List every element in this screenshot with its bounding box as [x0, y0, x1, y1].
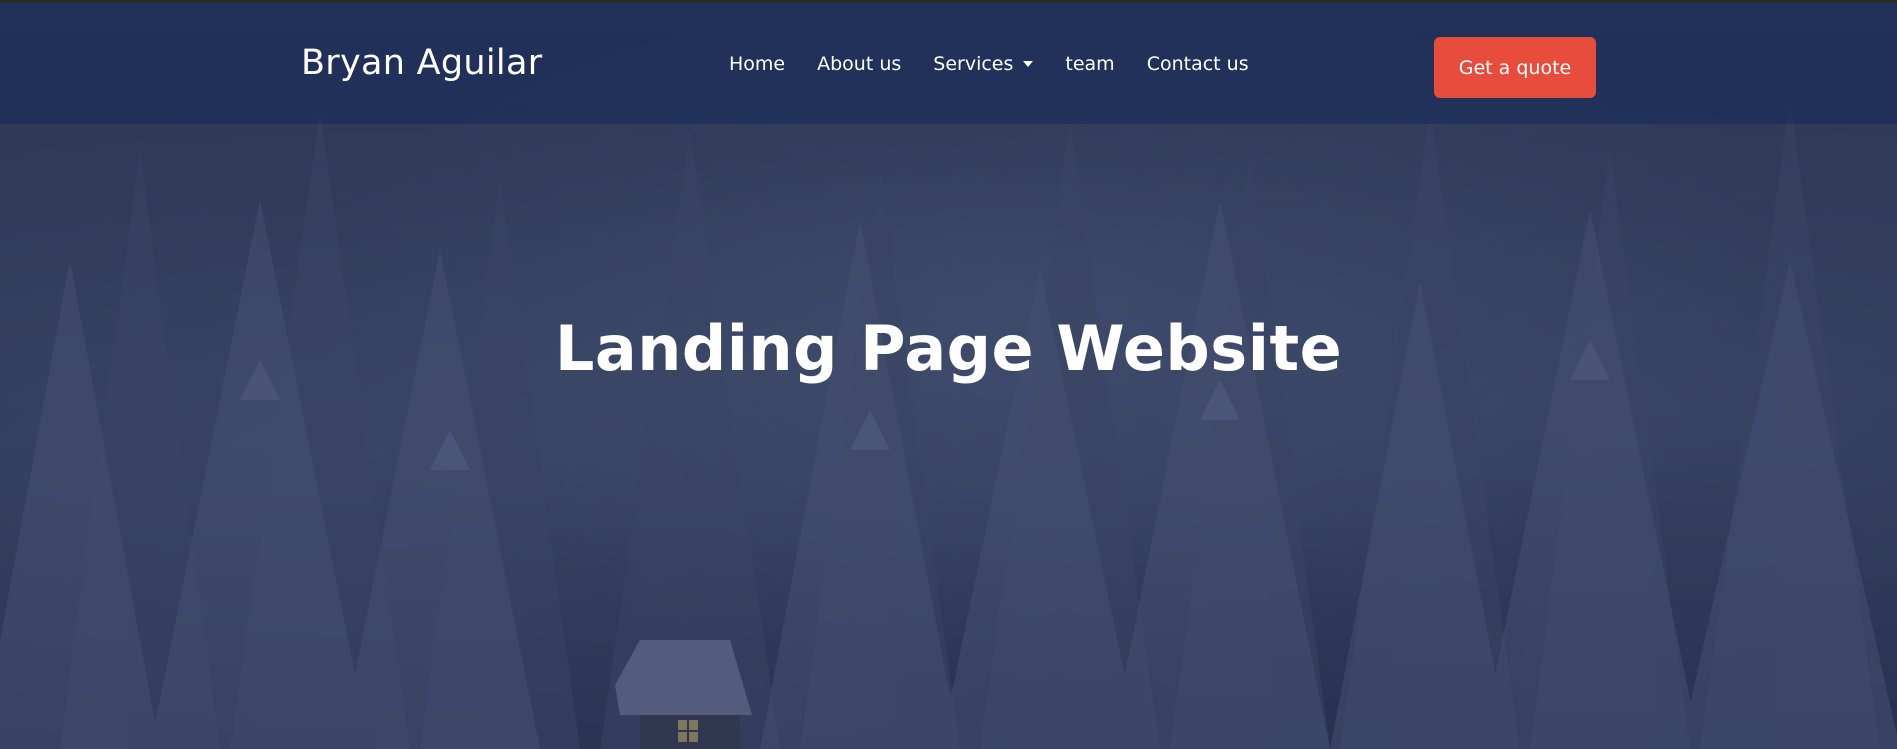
nav-link-label: Contact us: [1146, 53, 1249, 75]
nav-link-label: Home: [729, 53, 786, 75]
browser-top-edge: [0, 0, 1897, 3]
nav-link-label: About us: [817, 53, 902, 75]
top-navbar: Bryan Aguilar Home About us Services tea…: [0, 3, 1897, 124]
nav-link-contact-us[interactable]: Contact us: [1147, 53, 1249, 75]
hero-title: Landing Page Website: [554, 312, 1343, 385]
caret-down-icon: [1023, 61, 1034, 67]
nav-link-label: Services: [933, 53, 1014, 75]
nav-link-home[interactable]: Home: [729, 53, 785, 75]
nav-link-about-us[interactable]: About us: [817, 53, 901, 75]
nav-dropdown-services[interactable]: Services: [933, 53, 1034, 75]
main-nav: Home About us Services team Contact us: [729, 53, 1249, 75]
nav-link-label: team: [1065, 53, 1115, 75]
landing-page: Bryan Aguilar Home About us Services tea…: [0, 0, 1897, 749]
nav-link-team[interactable]: team: [1065, 53, 1114, 75]
brand-logo-text[interactable]: Bryan Aguilar: [301, 43, 542, 83]
get-a-quote-button[interactable]: Get a quote: [1434, 37, 1596, 98]
